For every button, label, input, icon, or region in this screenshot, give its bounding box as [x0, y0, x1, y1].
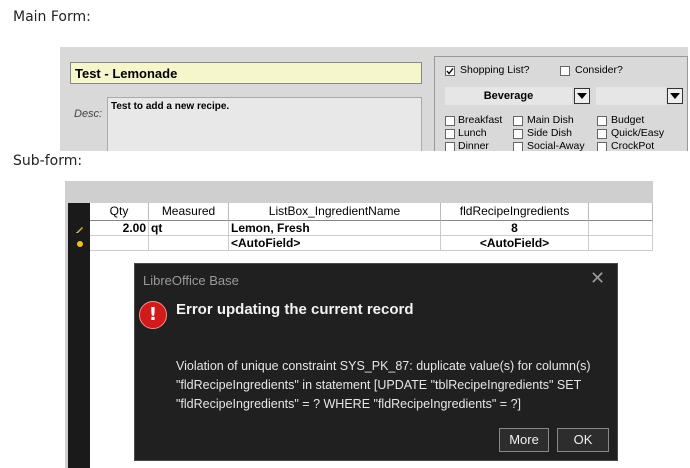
- sub-form-caption: Sub-form:: [13, 153, 83, 169]
- cell-qty[interactable]: 2.00: [90, 221, 149, 236]
- cell-ingredient[interactable]: <AutoField>: [229, 236, 441, 251]
- lunch-label: Lunch: [458, 127, 487, 139]
- column-header-qty[interactable]: Qty: [90, 203, 149, 221]
- new-record-dot-icon: [77, 241, 83, 247]
- main-dish-label: Main Dish: [527, 114, 574, 126]
- consider-checkbox[interactable]: [560, 66, 570, 76]
- quick-easy-label: Quick/Easy: [611, 127, 665, 139]
- section-gap: [0, 151, 690, 181]
- category-value: Beverage: [483, 90, 534, 102]
- chevron-down-icon: [670, 93, 680, 99]
- chevron-down-icon: [577, 93, 587, 99]
- category-dropdown-button[interactable]: [574, 88, 590, 104]
- breakfast-label: Breakfast: [458, 114, 503, 126]
- cell-recipe-ingredients[interactable]: 8: [441, 221, 589, 236]
- checkmark-icon: [446, 68, 454, 75]
- cell-empty: [589, 221, 653, 236]
- ok-button[interactable]: OK: [557, 428, 609, 452]
- cell-recipe-ingredients[interactable]: <AutoField>: [441, 236, 589, 251]
- cell-ingredient[interactable]: Lemon, Fresh: [229, 221, 441, 236]
- error-icon: !: [139, 301, 167, 329]
- dialog-heading: Error updating the current record: [176, 301, 414, 318]
- more-button[interactable]: More: [499, 428, 549, 452]
- shopping-list-label: Shopping List?: [460, 64, 530, 76]
- column-header-empty: [589, 203, 653, 221]
- recipe-name-field[interactable]: Test - Lemonade: [70, 62, 422, 84]
- side-dish-checkbox[interactable]: [513, 129, 523, 139]
- category-combobox[interactable]: Beverage: [445, 87, 572, 105]
- column-header-measured[interactable]: Measured: [149, 203, 229, 221]
- budget-checkbox[interactable]: [597, 116, 607, 126]
- column-header-ingredient[interactable]: ListBox_IngredientName: [229, 203, 441, 221]
- cell-measured[interactable]: [149, 236, 229, 251]
- shopping-list-checkbox[interactable]: [445, 66, 455, 76]
- budget-label: Budget: [611, 114, 645, 126]
- dialog-title: LibreOffice Base: [143, 273, 239, 288]
- main-form-caption: Main Form:: [13, 9, 91, 25]
- pencil-icon: [76, 227, 83, 233]
- secondary-combobox[interactable]: [596, 87, 666, 105]
- desc-label: Desc:: [74, 108, 103, 120]
- lunch-checkbox[interactable]: [445, 129, 455, 139]
- consider-label: Consider?: [575, 64, 623, 76]
- side-dish-label: Side Dish: [527, 127, 572, 139]
- cell-qty[interactable]: [90, 236, 149, 251]
- column-header-recipe-ingredients[interactable]: fldRecipeIngredients: [441, 203, 589, 221]
- cell-empty: [589, 236, 653, 251]
- main-dish-checkbox[interactable]: [513, 116, 523, 126]
- description-field[interactable]: Test to add a new recipe.: [107, 97, 422, 155]
- breakfast-checkbox[interactable]: [445, 116, 455, 126]
- quick-easy-checkbox[interactable]: [597, 129, 607, 139]
- cell-measured[interactable]: qt: [149, 221, 229, 236]
- close-icon[interactable]: ✕: [590, 268, 605, 289]
- dialog-message: Violation of unique constraint SYS_PK_87…: [176, 359, 591, 411]
- secondary-dropdown-button[interactable]: [667, 88, 683, 104]
